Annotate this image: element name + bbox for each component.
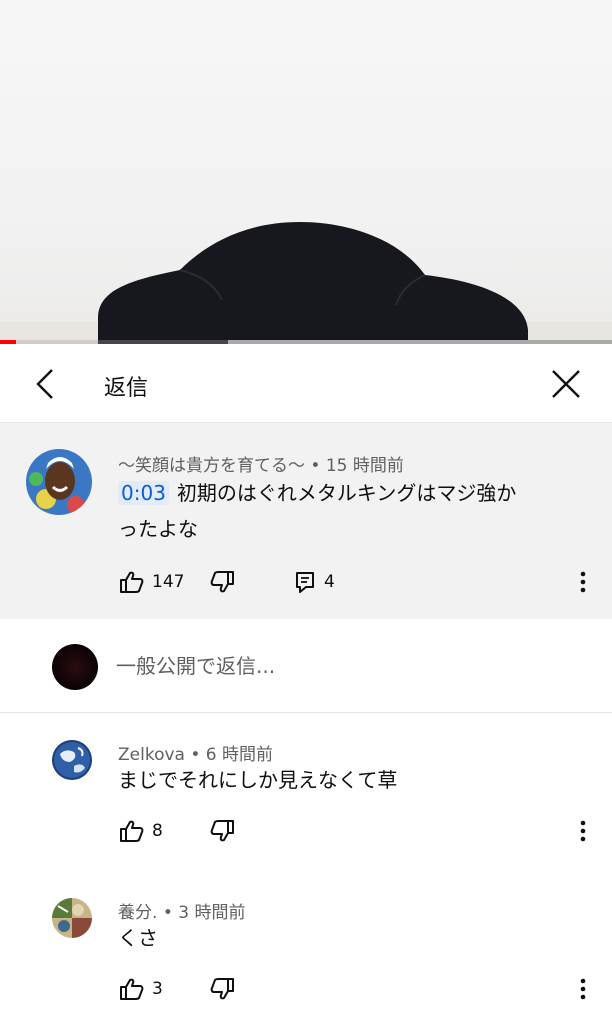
like-icon [120, 820, 144, 842]
video-player[interactable] [0, 0, 612, 344]
more-vert-icon [580, 571, 586, 593]
dislike-icon [210, 571, 234, 593]
reply-input-row: 一般公開で返信... [0, 620, 612, 713]
reply-text: くさ [118, 926, 158, 950]
more-vert-icon [580, 978, 586, 1000]
dislike-button[interactable] [210, 569, 236, 595]
dislike-icon [210, 978, 234, 1000]
back-button[interactable] [22, 362, 66, 406]
author-name[interactable]: 〜笑顔は貴方を育てる〜 [118, 456, 305, 476]
reply-input[interactable]: 一般公開で返信... [116, 650, 275, 679]
close-icon [552, 370, 580, 398]
like-icon [120, 571, 144, 593]
comment-line-1: 0:03 初期のはぐれメタルキングはマジ強か [118, 475, 588, 511]
reply-time: 3 時間前 [178, 903, 246, 923]
dislike-icon [210, 820, 234, 842]
comment-meta: 〜笑顔は貴方を育てる〜 • 15 時間前 [118, 451, 404, 476]
comment-more-button[interactable] [577, 569, 589, 597]
reply-text: まじでそれにしか見えなくて草 [118, 768, 398, 792]
current-user-avatar [52, 644, 98, 690]
reply-avatar[interactable] [52, 740, 92, 780]
meta-separator: • [162, 903, 173, 923]
comment-time: 15 時間前 [325, 456, 404, 476]
reply-count: 4 [324, 572, 335, 592]
collage-avatar-image [52, 898, 92, 938]
like-count: 8 [152, 821, 163, 841]
reply-more-button[interactable] [577, 818, 589, 846]
close-button[interactable] [544, 362, 588, 406]
replies-button[interactable]: 4 [294, 569, 335, 595]
dislike-button[interactable] [210, 976, 236, 1002]
comment-text-line2: ったよな [118, 517, 198, 541]
timestamp-link[interactable]: 0:03 [118, 481, 169, 505]
reply-item: 養分. • 3 時間前 くさ 3 [0, 872, 612, 1024]
earth-avatar-image [52, 740, 92, 780]
reply-avatar[interactable] [52, 898, 92, 938]
parent-comment: 〜笑顔は貴方を育てる〜 • 15 時間前 0:03 初期のはぐれメタルキングはマジ… [0, 423, 612, 619]
author-avatar[interactable] [26, 449, 92, 515]
like-count: 147 [152, 572, 185, 592]
like-button[interactable]: 3 [118, 976, 163, 1002]
reply-more-button[interactable] [577, 976, 589, 1004]
like-button[interactable]: 8 [118, 818, 163, 844]
like-button[interactable]: 147 [118, 569, 184, 595]
avatar-image [26, 449, 92, 515]
like-icon [120, 978, 144, 1000]
video-frame [98, 222, 528, 344]
panel-title: 返信 [104, 376, 149, 401]
comment-text-line1: 初期のはぐれメタルキングはマジ強か [176, 481, 517, 505]
comment-text: 0:03 初期のはぐれメタルキングはマジ強か ったよな [118, 475, 588, 547]
dislike-button[interactable] [210, 818, 236, 844]
replies-panel-header: 返信 [0, 344, 612, 423]
more-vert-icon [580, 820, 586, 842]
meta-separator: • [310, 456, 321, 476]
reply-item: Zelkova • 6 時間前 まじでそれにしか見えなくて草 8 [0, 714, 612, 870]
reply-icon [296, 572, 314, 593]
like-count: 3 [152, 979, 163, 999]
chevron-left-icon [36, 369, 53, 399]
user-avatar-image [52, 644, 98, 690]
